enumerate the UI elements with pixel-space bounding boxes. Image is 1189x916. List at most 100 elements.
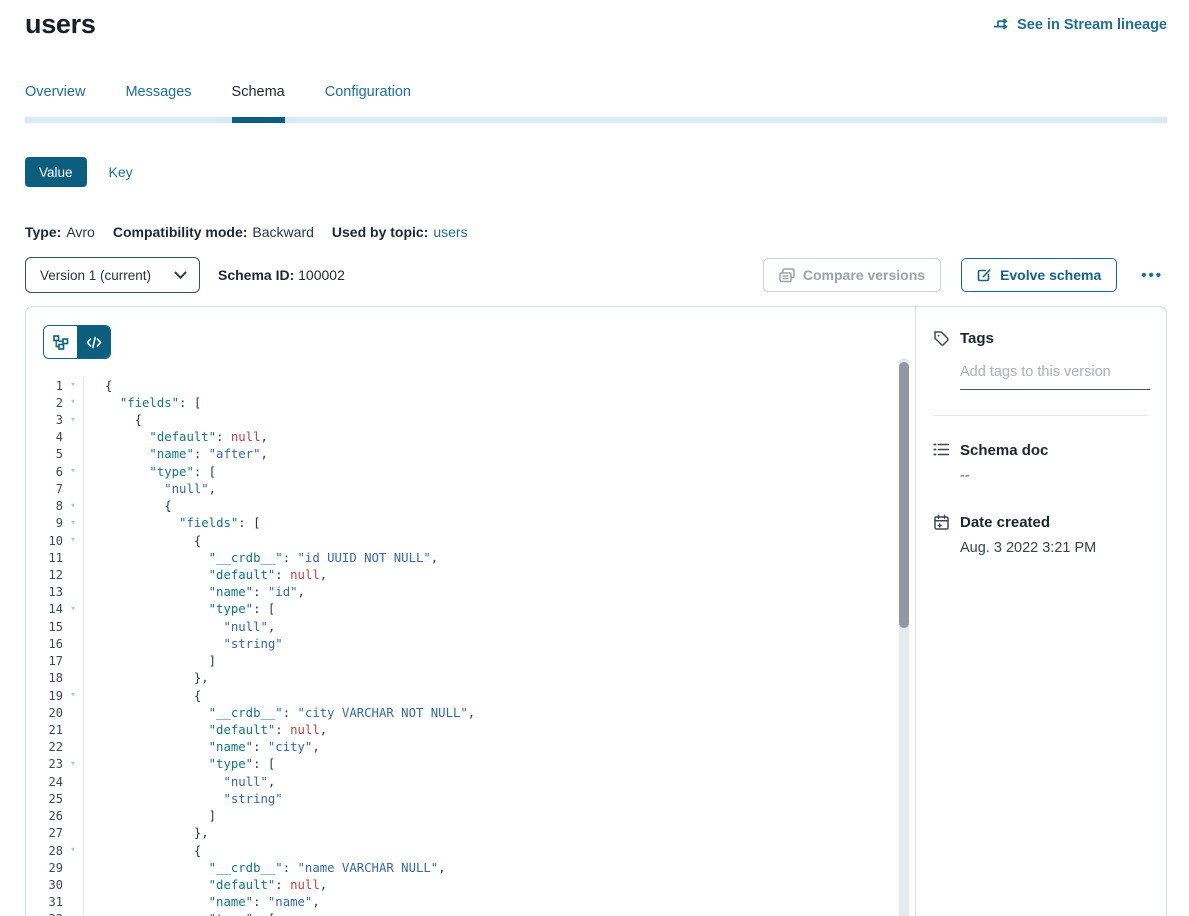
fold-toggle-icon[interactable]: ▾ — [63, 416, 83, 425]
code-line: 26 ] — [26, 807, 895, 824]
more-options-button[interactable]: ••• — [1137, 267, 1167, 284]
schema-code-pane: 1▾{2▾ "fields": [3▾ {4 "default": null,5… — [26, 307, 916, 916]
code-line: 18 }, — [26, 670, 895, 687]
code-line: 12 "default": null, — [26, 566, 895, 583]
code-text: { — [83, 411, 895, 428]
line-number: 12 — [26, 568, 63, 582]
code-line: 31 "name": "name", — [26, 894, 895, 911]
code-line: 10▾ { — [26, 532, 895, 549]
fold-toggle-icon[interactable]: ▾ — [63, 502, 83, 511]
code-text: { — [83, 687, 895, 704]
code-text: "default": null, — [83, 429, 895, 446]
key-toggle-button[interactable]: Key — [109, 164, 133, 180]
line-number: 6 — [26, 465, 63, 479]
fold-toggle-icon[interactable]: ▾ — [63, 605, 83, 614]
code-text: "type": [ — [83, 911, 895, 916]
date-created-title: Date created — [960, 514, 1050, 531]
fold-toggle-icon[interactable]: ▾ — [63, 691, 83, 700]
line-number: 26 — [26, 809, 63, 823]
line-number: 21 — [26, 723, 63, 737]
schema-sidebar: Tags Schema doc -- — [916, 307, 1166, 916]
version-bar: Version 1 (current) Schema ID: 100002 Co… — [25, 257, 1167, 293]
tab-schema[interactable]: Schema — [232, 84, 285, 117]
code-text: { — [83, 377, 895, 394]
code-line: 24 "null", — [26, 773, 895, 790]
code-line: 7 "null", — [26, 480, 895, 497]
code-text: "default": null, — [83, 721, 895, 738]
code-text: "name": "name", — [83, 894, 895, 911]
code-line: 6▾ "type": [ — [26, 463, 895, 480]
code-text: ] — [83, 807, 895, 824]
fold-toggle-icon[interactable]: ▾ — [63, 760, 83, 769]
code-text: "fields": [ — [83, 394, 895, 411]
tab-overview[interactable]: Overview — [25, 84, 85, 117]
code-line: 23▾ "type": [ — [26, 756, 895, 773]
line-number: 1 — [26, 379, 63, 393]
fold-toggle-icon[interactable]: ▾ — [63, 519, 83, 528]
line-number: 15 — [26, 620, 63, 634]
fold-toggle-icon[interactable]: ▾ — [63, 381, 83, 390]
line-number: 4 — [26, 430, 63, 444]
code-text: ] — [83, 653, 895, 670]
value-toggle-button[interactable]: Value — [25, 157, 87, 187]
fold-toggle-icon[interactable]: ▾ — [63, 467, 83, 476]
code-text: { — [83, 842, 895, 859]
tags-section-header: Tags — [933, 330, 1148, 347]
code-line: 11 "__crdb__": "id UUID NOT NULL", — [26, 549, 895, 566]
line-number: 29 — [26, 861, 63, 875]
code-line: 13 "name": "id", — [26, 584, 895, 601]
line-number: 27 — [26, 826, 63, 840]
compare-versions-icon — [779, 268, 795, 283]
line-number: 16 — [26, 637, 63, 651]
code-line: 21 "default": null, — [26, 721, 895, 738]
line-number: 30 — [26, 878, 63, 892]
code-text: "null", — [83, 773, 895, 790]
type-value: Avro — [66, 224, 95, 240]
schema-doc-value: -- — [960, 468, 1148, 484]
tab-messages[interactable]: Messages — [125, 84, 191, 117]
topic-link[interactable]: users — [433, 224, 467, 240]
line-number: 20 — [26, 706, 63, 720]
code-scrollbar-thumb[interactable] — [899, 362, 909, 628]
schema-meta-row: Type:Avro Compatibility mode:Backward Us… — [25, 224, 1167, 240]
compare-versions-button[interactable]: Compare versions — [763, 258, 941, 292]
value-key-toggle: Value Key — [25, 157, 1167, 187]
fold-toggle-icon[interactable]: ▾ — [63, 846, 83, 855]
code-scrollbar[interactable] — [899, 358, 909, 916]
code-line: 4 "default": null, — [26, 429, 895, 446]
code-view-button[interactable] — [77, 326, 110, 358]
line-number: 9 — [26, 516, 63, 530]
fold-toggle-icon[interactable]: ▾ — [63, 398, 83, 407]
code-line: 19▾ { — [26, 687, 895, 704]
code-line: 17 ] — [26, 653, 895, 670]
code-line: 25 "string" — [26, 790, 895, 807]
tags-input[interactable] — [960, 364, 1150, 390]
code-text: "string" — [83, 635, 895, 652]
stream-lineage-link[interactable]: See in Stream lineage — [993, 17, 1167, 33]
chevron-down-icon — [174, 271, 187, 280]
fold-toggle-icon[interactable]: ▾ — [63, 536, 83, 545]
used-by-topic-label: Used by topic: — [332, 224, 428, 240]
active-tab-indicator — [232, 117, 285, 123]
line-number: 25 — [26, 792, 63, 806]
tree-view-button[interactable] — [44, 326, 77, 358]
version-select[interactable]: Version 1 (current) — [25, 257, 200, 293]
date-created-value: Aug. 3 2022 3:21 PM — [960, 540, 1148, 556]
code-text: "default": null, — [83, 566, 895, 583]
code-view-icon — [86, 336, 102, 349]
schema-id-label: Schema ID: — [218, 267, 294, 283]
code-text: "fields": [ — [83, 515, 895, 532]
list-icon — [933, 442, 950, 459]
code-line: 9▾ "fields": [ — [26, 515, 895, 532]
tab-configuration[interactable]: Configuration — [325, 84, 411, 117]
line-number: 31 — [26, 895, 63, 909]
tags-title: Tags — [960, 330, 994, 347]
line-number: 5 — [26, 447, 63, 461]
code-line: 27 }, — [26, 825, 895, 842]
sidebar-divider — [933, 415, 1148, 416]
code-text: "name": "id", — [83, 584, 895, 601]
evolve-schema-button[interactable]: Evolve schema — [961, 258, 1117, 292]
line-number: 24 — [26, 775, 63, 789]
line-number: 23 — [26, 757, 63, 771]
evolve-schema-icon — [977, 268, 992, 283]
